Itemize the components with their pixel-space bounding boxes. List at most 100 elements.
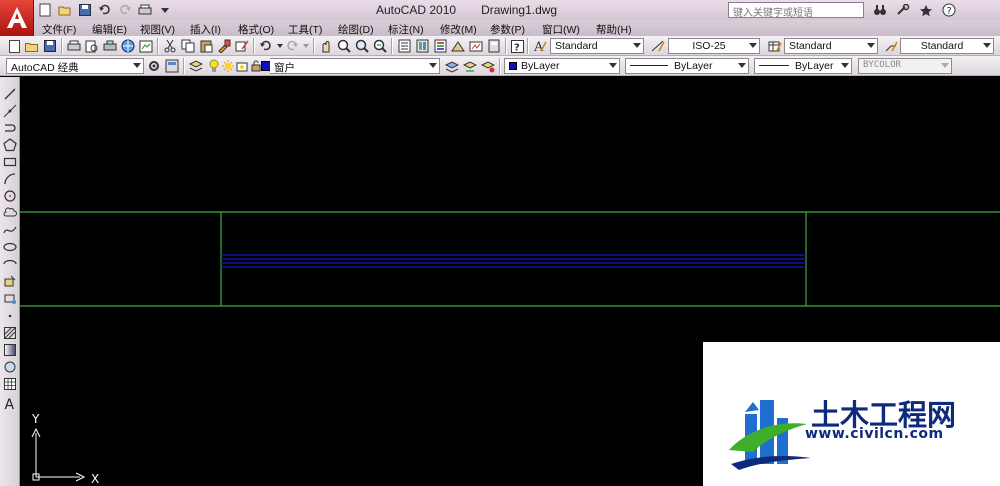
plot-preview-icon[interactable] — [84, 38, 100, 54]
star-icon[interactable] — [916, 2, 936, 18]
application-menu-button[interactable] — [0, 0, 34, 36]
menu-dimension[interactable]: 标注(N) — [388, 22, 424, 37]
separator — [157, 38, 159, 54]
gradient-icon[interactable] — [2, 342, 18, 358]
properties-icon[interactable] — [396, 38, 412, 54]
linetype-control-select[interactable]: ByLayer — [625, 58, 749, 74]
new-icon[interactable] — [36, 2, 53, 18]
color-control-select[interactable]: ByLayer — [504, 58, 620, 74]
design-center-icon[interactable] — [414, 38, 430, 54]
save-icon[interactable] — [42, 38, 58, 54]
make-block-icon[interactable] — [2, 290, 18, 306]
separator — [499, 58, 501, 74]
zoom-window-icon[interactable] — [354, 38, 370, 54]
svg-text:?: ? — [514, 42, 520, 53]
new-icon[interactable] — [6, 38, 22, 54]
multiline-text-icon[interactable]: A — [2, 395, 18, 411]
multileader-style-value: Standard — [920, 40, 964, 52]
menu-edit[interactable]: 编辑(E) — [92, 22, 127, 37]
polyline-icon[interactable] — [2, 120, 18, 136]
3d-dwf-icon[interactable] — [120, 38, 136, 54]
undo-icon[interactable] — [96, 2, 113, 18]
publish-icon[interactable] — [102, 38, 118, 54]
menu-file[interactable]: 文件(F) — [42, 22, 76, 37]
menu-draw[interactable]: 绘图(D) — [338, 22, 374, 37]
menu-help[interactable]: 帮助(H) — [596, 22, 632, 37]
zoom-realtime-icon[interactable] — [336, 38, 352, 54]
dimension-style-select[interactable]: ISO-25 — [668, 38, 760, 54]
workspace-settings-icon[interactable] — [146, 58, 162, 74]
polygon-icon[interactable] — [2, 137, 18, 153]
circle-icon[interactable] — [2, 188, 18, 204]
qat-dropdown-icon[interactable] — [156, 2, 173, 18]
multileader-style-icon[interactable] — [883, 38, 899, 54]
multileader-style-select[interactable]: Standard — [900, 38, 994, 54]
workspace-value: AutoCAD 经典 — [11, 62, 79, 74]
menu-tools[interactable]: 工具(T) — [288, 22, 322, 37]
spline-icon[interactable] — [2, 222, 18, 238]
redo-dropdown-icon[interactable] — [298, 38, 314, 54]
table-icon[interactable] — [2, 376, 18, 392]
quickcalc-icon[interactable] — [486, 38, 502, 54]
customize-icon[interactable] — [164, 58, 180, 74]
lineweight-control-select[interactable]: ByLayer — [754, 58, 852, 74]
plot-icon[interactable] — [136, 2, 153, 18]
cut-icon[interactable] — [162, 38, 178, 54]
ucs-icon: Y X — [31, 412, 99, 486]
sheet-set-icon[interactable] — [450, 38, 466, 54]
menu-format[interactable]: 格式(O) — [238, 22, 274, 37]
menu-parametric[interactable]: 参数(P) — [490, 22, 525, 37]
menu-modify[interactable]: 修改(M) — [440, 22, 477, 37]
block-editor-icon[interactable] — [234, 38, 250, 54]
redo-icon[interactable] — [116, 2, 133, 18]
revision-cloud-icon[interactable] — [2, 205, 18, 221]
plotstyle-value: BYCOLOR — [863, 60, 901, 70]
arc-icon[interactable] — [2, 171, 18, 187]
table-style-select[interactable]: Standard — [784, 38, 878, 54]
ellipse-arc-icon[interactable] — [2, 256, 18, 272]
separator — [313, 38, 315, 54]
help-icon[interactable]: ? — [939, 2, 959, 18]
save-icon[interactable] — [76, 2, 93, 18]
ellipse-icon[interactable] — [2, 239, 18, 255]
menu-insert[interactable]: 插入(I) — [190, 22, 221, 37]
point-icon[interactable] — [2, 308, 18, 324]
pan-icon[interactable] — [318, 38, 334, 54]
line-icon[interactable] — [2, 86, 18, 102]
construction-line-icon[interactable] — [2, 103, 18, 119]
dimension-style-icon[interactable] — [650, 38, 666, 54]
linetype-preview — [630, 65, 668, 66]
insert-block-icon[interactable] — [2, 273, 18, 289]
markup-set-icon[interactable] — [468, 38, 484, 54]
plot-icon[interactable] — [66, 38, 82, 54]
make-object-layer-current-icon[interactable] — [444, 58, 460, 74]
layer-state-icon[interactable] — [480, 58, 496, 74]
hatch-icon[interactable] — [2, 325, 18, 341]
tool-palettes-icon[interactable] — [432, 38, 448, 54]
open-icon[interactable] — [56, 2, 73, 18]
layer-previous-icon[interactable] — [462, 58, 478, 74]
region-icon[interactable] — [2, 359, 18, 375]
text-style-icon[interactable]: A — [532, 38, 548, 54]
tools-icon[interactable] — [893, 2, 913, 18]
menu-view[interactable]: 视图(V) — [140, 22, 175, 37]
binoculars-icon[interactable] — [870, 2, 890, 18]
copy-icon[interactable] — [180, 38, 196, 54]
help-icon[interactable]: ? — [509, 38, 525, 54]
separator — [253, 38, 255, 54]
zoom-previous-icon[interactable] — [372, 38, 388, 54]
menu-bar: 文件(F) 编辑(E) 视图(V) 插入(I) 格式(O) 工具(T) 绘图(D… — [34, 20, 1000, 36]
publish-web-icon[interactable] — [138, 38, 154, 54]
menu-window[interactable]: 窗口(W) — [542, 22, 580, 37]
paste-icon[interactable] — [198, 38, 214, 54]
text-style-select[interactable]: Standard — [550, 38, 644, 54]
help-search-input[interactable]: 键入关键字或短语 — [728, 2, 864, 18]
layer-select[interactable]: 窗户 — [270, 58, 440, 74]
match-properties-icon[interactable] — [216, 38, 232, 54]
ucs-y-label: Y — [31, 412, 40, 426]
rectangle-icon[interactable] — [2, 154, 18, 170]
table-style-icon[interactable] — [767, 38, 783, 54]
open-icon[interactable] — [24, 38, 40, 54]
layer-properties-icon[interactable] — [188, 58, 204, 74]
workspace-select[interactable]: AutoCAD 经典 — [6, 58, 144, 74]
